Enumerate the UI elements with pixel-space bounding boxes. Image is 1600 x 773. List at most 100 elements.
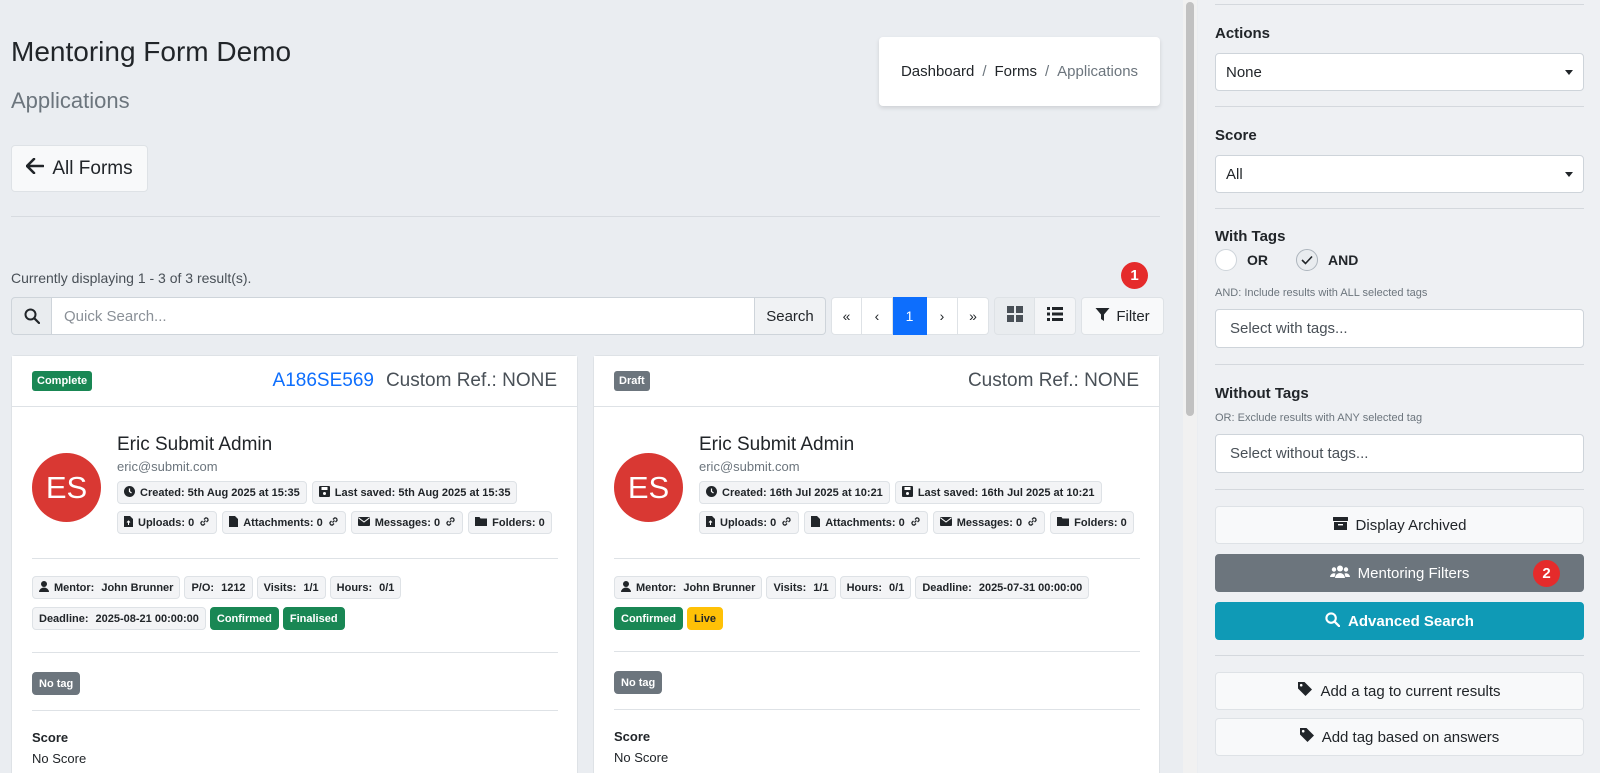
po-value: 1212 <box>221 581 246 594</box>
file-icon <box>229 515 239 530</box>
sidebar-divider <box>1215 106 1584 107</box>
avatar: ES <box>32 453 101 522</box>
page-first-button[interactable]: « <box>831 297 862 335</box>
and-radio[interactable] <box>1296 249 1318 271</box>
page-subtitle: Applications <box>11 88 130 113</box>
last-saved-chip: Last saved: 16th Jul 2025 at 10:21 <box>894 481 1102 504</box>
score-filter-label: Score <box>1215 127 1257 144</box>
page-next-button[interactable]: › <box>927 297 958 335</box>
card-divider <box>32 558 558 559</box>
tag-icon <box>1299 728 1314 746</box>
user-name: Eric Submit Admin <box>117 434 273 455</box>
created-text: Created: 5th Aug 2025 at 15:35 <box>140 486 300 499</box>
user-email: eric@submit.com <box>699 459 800 474</box>
quick-search-input[interactable] <box>52 297 755 335</box>
card-divider <box>614 558 1140 559</box>
user-name: Eric Submit Admin <box>699 434 855 455</box>
deadline-label: Deadline: <box>922 581 972 594</box>
custom-ref: Custom Ref.: NONE <box>967 370 1139 391</box>
add-tag-current-button[interactable]: Add a tag to current results <box>1215 672 1584 710</box>
scrollbar-thumb[interactable] <box>1186 2 1194 416</box>
search-group: Search <box>11 297 826 335</box>
user-email: eric@submit.com <box>117 459 218 474</box>
arrow-left-icon <box>26 157 45 180</box>
display-archived-label: Display Archived <box>1355 516 1467 534</box>
messages-chip[interactable]: Messages: 0 <box>932 511 1046 534</box>
add-tag-answers-button[interactable]: Add tag based on answers <box>1215 718 1584 756</box>
actions-value: None <box>1226 63 1262 81</box>
avatar: ES <box>614 453 683 522</box>
filter-sidebar: Actions None Score All With Tags OR AND … <box>1198 0 1600 773</box>
last-saved-text: Last saved: 16th Jul 2025 at 10:21 <box>917 486 1095 499</box>
status-badge: Complete <box>32 371 93 391</box>
folder-icon <box>475 516 488 529</box>
sidebar-divider <box>1215 4 1584 5</box>
deadline-chip: Deadline: 2025-07-31 00:00:00 <box>915 576 1090 599</box>
actions-select[interactable]: None <box>1215 53 1584 91</box>
filter-button[interactable]: Filter <box>1081 297 1164 335</box>
all-forms-button[interactable]: All Forms <box>11 145 148 192</box>
main-scrollbar[interactable] <box>1183 0 1197 773</box>
sidebar-divider <box>1215 364 1584 365</box>
save-icon <box>318 485 330 500</box>
mentoring-filters-button[interactable]: Mentoring Filters <box>1215 554 1584 592</box>
link-icon <box>199 516 210 530</box>
page-current-button[interactable]: 1 <box>893 297 927 335</box>
mentoring-filters-label: Mentoring Filters <box>1357 564 1470 582</box>
filter-label: Filter <box>1116 307 1150 325</box>
or-label: OR <box>1247 252 1268 268</box>
with-tags-help: AND: Include results with ALL selected t… <box>1215 287 1428 299</box>
hours-label: Hours: <box>846 581 883 594</box>
link-icon <box>328 516 339 530</box>
hours-chip: Hours: 0/1 <box>839 576 912 599</box>
visits-value: 1/1 <box>813 581 829 594</box>
with-tags-input[interactable]: Select with tags... <box>1215 309 1584 348</box>
grid-icon <box>1006 305 1023 327</box>
folders-text: Folders: 0 <box>1074 516 1127 529</box>
add-tag-current-label: Add a tag to current results <box>1320 682 1501 700</box>
score-select[interactable]: All <box>1215 155 1584 193</box>
sidebar-divider <box>1215 489 1584 490</box>
display-archived-button[interactable]: Display Archived <box>1215 506 1584 544</box>
breadcrumb-forms[interactable]: Forms <box>995 63 1038 80</box>
uploads-chip[interactable]: Uploads: 0 <box>117 511 218 534</box>
created-chip: Created: 5th Aug 2025 at 15:35 <box>117 481 307 504</box>
confirmed-badge: Confirmed <box>209 607 279 630</box>
uploads-chip[interactable]: Uploads: 0 <box>699 511 800 534</box>
messages-text: Messages: 0 <box>374 516 441 529</box>
attachments-text: Attachments: 0 <box>825 516 905 529</box>
list-view-button[interactable] <box>1035 297 1076 335</box>
breadcrumb-dashboard[interactable]: Dashboard <box>901 63 974 80</box>
or-radio[interactable] <box>1215 249 1237 271</box>
main-content: Mentoring Form Demo Applications Dashboa… <box>0 0 1180 773</box>
score-label: Score <box>614 729 651 744</box>
application-card: Complete A186SE569 Custom Ref.: NONE ES … <box>11 355 578 773</box>
card-divider <box>32 710 558 711</box>
list-icon <box>1047 306 1063 326</box>
user-icon <box>621 580 631 595</box>
clock-icon <box>706 485 717 500</box>
mentor-label: Mentor: <box>636 581 677 594</box>
custom-ref: Custom Ref.: NONE <box>385 370 557 391</box>
hours-value: 0/1 <box>379 581 395 594</box>
application-reference-link[interactable]: A186SE569 <box>273 370 374 392</box>
po-label: P/O: <box>191 581 215 594</box>
last-saved-text: Last saved: 5th Aug 2025 at 15:35 <box>334 486 511 499</box>
messages-chip[interactable]: Messages: 0 <box>350 511 464 534</box>
tag-icon <box>1298 682 1313 700</box>
card-divider <box>614 709 1140 710</box>
archive-icon <box>1332 516 1348 534</box>
attachments-chip[interactable]: Attachments: 0 <box>222 511 346 534</box>
page-last-button[interactable]: » <box>958 297 989 335</box>
search-button[interactable]: Search <box>755 297 826 335</box>
view-toggle <box>994 297 1076 335</box>
page-prev-button[interactable]: ‹ <box>862 297 893 335</box>
deadline-label: Deadline: <box>39 612 89 625</box>
attachments-chip[interactable]: Attachments: 0 <box>804 511 928 534</box>
card-divider <box>32 652 558 653</box>
without-tags-input[interactable]: Select without tags... <box>1215 434 1584 473</box>
save-icon <box>901 485 913 500</box>
advanced-search-button[interactable]: Advanced Search <box>1215 602 1584 640</box>
link-icon <box>781 516 792 530</box>
grid-view-button[interactable] <box>994 297 1035 335</box>
